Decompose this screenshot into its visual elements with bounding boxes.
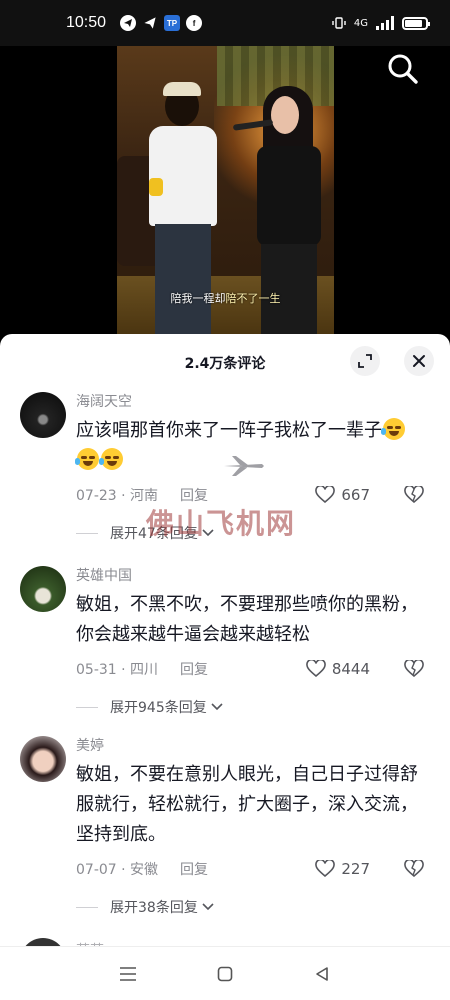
laugh-cry-emoji: [381, 418, 405, 440]
close-comments-button[interactable]: [404, 346, 434, 376]
chevron-down-icon: [202, 529, 214, 537]
heart-icon: [315, 486, 336, 504]
reply-button[interactable]: 回复: [180, 659, 208, 679]
comment-item[interactable]: 美婷 敏姐，不要在意别人眼光，自己日子过得舒服就行，轻松就行，扩大圈子，深入交流…: [0, 734, 450, 934]
battery-icon: [402, 16, 430, 30]
dislike-button[interactable]: [404, 860, 424, 878]
chevron-down-icon: [202, 903, 214, 911]
status-app-icons: TP f: [120, 15, 203, 31]
like-button[interactable]: 8444: [306, 660, 370, 678]
like-button[interactable]: 667: [315, 486, 370, 504]
system-nav-bar: [0, 946, 450, 1000]
like-button[interactable]: 227: [315, 860, 370, 878]
video-subtitle: 陪我一程却陪不了一生: [170, 292, 281, 305]
comments-count-title: 2.4万条评论: [184, 356, 266, 372]
facebook-icon: f: [186, 15, 203, 31]
video-player[interactable]: 陪我一程却陪不了一生: [0, 46, 450, 336]
menu-icon: [120, 966, 137, 981]
comment-date-location: 07-23 · 河南: [76, 488, 159, 504]
expand-sheet-button[interactable]: [350, 346, 380, 376]
comment-text[interactable]: 敏姐，不要在意别人眼光，自己日子过得舒服就行，轻松就行，扩大圈子，深入交流，坚持…: [76, 760, 424, 850]
like-count: 667: [341, 486, 370, 504]
network-type: 4G: [353, 17, 368, 29]
signal-icon: [376, 16, 394, 30]
expand-replies-button[interactable]: 展开47条回复: [76, 516, 424, 550]
comment-meta: 07-23 · 河南 回复 667: [76, 482, 424, 508]
telegram-icon: [142, 15, 158, 31]
chevron-down-icon: [211, 703, 223, 711]
expand-replies-button[interactable]: 展开945条回复: [76, 690, 424, 724]
comments-sheet: 2.4万条评论 海阔天空 应该唱那首你来了一阵子我松了一辈子 07-23 · 河…: [0, 334, 450, 1000]
home-square-icon: [217, 966, 233, 981]
like-count: 227: [341, 860, 370, 878]
search-button[interactable]: [386, 52, 420, 86]
expand-replies-button[interactable]: 展开38条回复: [76, 890, 424, 924]
status-indicators: 4G: [332, 16, 430, 30]
dislike-button[interactable]: [404, 660, 424, 678]
comment-username[interactable]: 海阔天空: [76, 392, 424, 412]
comment-date-location: 05-31 · 四川: [76, 662, 159, 678]
telegram-icon: [120, 15, 137, 31]
vibrate-icon: [332, 17, 346, 29]
comment-meta: 07-07 · 安徽 回复 227: [76, 856, 424, 882]
comment-meta: 05-31 · 四川 回复 8444: [76, 656, 424, 682]
close-icon: [413, 355, 425, 367]
heart-icon: [306, 660, 326, 678]
search-icon: [388, 54, 418, 84]
menu-button[interactable]: [108, 954, 148, 994]
status-time: 10:50: [66, 14, 107, 31]
home-button[interactable]: [205, 954, 245, 994]
comment-date-location: 07-07 · 安徽: [76, 862, 159, 878]
like-count: 8444: [331, 660, 370, 678]
heart-icon: [315, 860, 336, 878]
reply-button[interactable]: 回复: [180, 485, 208, 505]
reply-button[interactable]: 回复: [180, 859, 208, 879]
laugh-cry-emoji: [75, 448, 99, 470]
airplane-watermark-icon: [224, 456, 264, 476]
avatar[interactable]: [20, 392, 66, 438]
expand-icon: [358, 354, 372, 368]
back-triangle-icon: [315, 966, 328, 981]
tp-app-icon: TP: [164, 15, 181, 31]
comments-header: 2.4万条评论: [0, 334, 450, 392]
back-button[interactable]: [302, 954, 342, 994]
avatar[interactable]: [20, 736, 66, 782]
comment-item[interactable]: 英雄中国 敏姐，不黑不吹，不要理那些喷你的黑粉，你会越来越牛逼会越来越轻松 05…: [0, 562, 450, 734]
broken-heart-icon: [404, 860, 424, 878]
comment-username[interactable]: 英雄中国: [76, 566, 424, 586]
comment-text[interactable]: 敏姐，不黑不吹，不要理那些喷你的黑粉，你会越来越牛逼会越来越轻松: [76, 590, 424, 650]
comment-username[interactable]: 美婷: [76, 736, 424, 756]
laugh-cry-emoji: [99, 448, 123, 470]
status-bar: 10:50 TP f 4G: [0, 0, 450, 46]
broken-heart-icon: [404, 486, 424, 504]
broken-heart-icon: [404, 660, 424, 678]
video-frame[interactable]: 陪我一程却陪不了一生: [117, 46, 334, 336]
dislike-button[interactable]: [404, 486, 424, 504]
avatar[interactable]: [20, 566, 66, 612]
